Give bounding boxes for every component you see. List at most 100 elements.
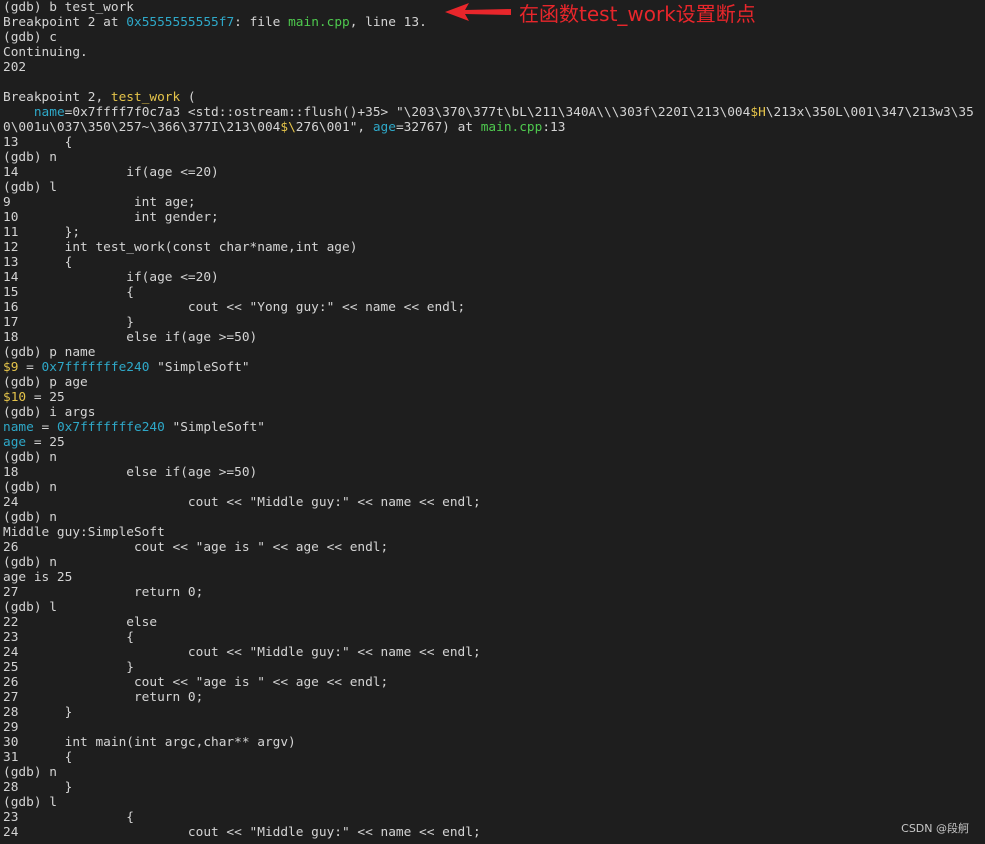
terminal-line: 12 int test_work(const char*name,int age… [3, 240, 985, 255]
terminal-text-segment: main.cpp [480, 120, 543, 135]
terminal-text-segment: 276\001", [295, 120, 373, 135]
terminal-text-segment: =32767) at [395, 120, 481, 135]
terminal-line: 24 cout << "Middle guy:" << name << endl… [3, 495, 985, 510]
terminal-text-segment: "SimpleSoft" [149, 360, 250, 375]
terminal-line: 25 } [3, 660, 985, 675]
terminal-line: (gdb) n [3, 555, 985, 570]
terminal-text-segment: 0x7fffffffe240 [41, 360, 150, 375]
terminal-text-segment: 23 { [3, 810, 134, 825]
terminal-text-segment: 0x7fffffffe240 [56, 420, 165, 435]
terminal-text-segment: Continuing. [3, 45, 88, 60]
terminal-text-segment: 202 [3, 60, 27, 75]
terminal-text-segment: 26 cout << "age is " << age << endl; [3, 675, 389, 690]
terminal-text-segment: (gdb) n [3, 150, 57, 165]
terminal-text-segment: 14 if(age <=20) [3, 165, 219, 180]
terminal-text-segment: = 25 [26, 435, 65, 450]
terminal-text-segment: 30 int main(int argc,char** argv) [3, 735, 296, 750]
terminal-text-segment: (gdb) l [3, 600, 57, 615]
terminal-text-segment: 17 } [3, 315, 134, 330]
terminal-text-segment: 23 { [3, 630, 134, 645]
terminal-output[interactable]: (gdb) b test_work Breakpoint 2 at 0x55555… [3, 0, 985, 840]
terminal-text-segment: 18 else if(age >=50) [3, 465, 258, 480]
terminal-text-segment: 26 cout << "age is " << age << endl; [3, 540, 389, 555]
terminal-line: 14 if(age <=20) [3, 165, 985, 180]
terminal-line: name=0x7ffff7f0c7a3 <std::ostream::flush… [3, 105, 981, 135]
terminal-text-segment: 14 if(age <=20) [3, 270, 219, 285]
terminal-line: Continuing. [3, 45, 985, 60]
terminal-text-segment: (gdb) l [3, 180, 57, 195]
terminal-text-segment: 27 return 0; [3, 585, 204, 600]
terminal-line: $9 = 0x7fffffffe240 "SimpleSoft" [3, 360, 985, 375]
terminal-line: 24 cout << "Middle guy:" << name << endl… [3, 645, 985, 660]
terminal-text-segment: Middle guy:SimpleSoft [3, 525, 165, 540]
terminal-text-segment: 22 else [3, 615, 158, 630]
terminal-line: 23 { [3, 630, 985, 645]
terminal-text-segment: = [18, 360, 42, 375]
annotation-text: 在函数test_work设置断点 [519, 2, 756, 26]
terminal-text-segment: Breakpoint 2 at [3, 15, 127, 30]
terminal-line: 28 } [3, 780, 985, 795]
terminal-line: (gdb) n [3, 765, 985, 780]
terminal-line: 16 cout << "Yong guy:" << name << endl; [3, 300, 985, 315]
terminal-text-segment: (gdb) n [3, 765, 57, 780]
terminal-text-segment: (gdb) l [3, 795, 57, 810]
terminal-line: (gdb) p name [3, 345, 985, 360]
terminal-line: Middle guy:SimpleSoft [3, 525, 985, 540]
watermark: CSDN @段舸 [901, 822, 969, 835]
terminal-line: 18 else if(age >=50) [3, 465, 985, 480]
terminal-line: 13 { [3, 135, 985, 150]
terminal-text-segment: $9 [3, 360, 19, 375]
terminal-text-segment: 24 cout << "Middle guy:" << name << endl… [3, 825, 481, 840]
terminal-text-segment: = [33, 420, 57, 435]
terminal-line: 30 int main(int argc,char** argv) [3, 735, 985, 750]
terminal-line: (gdb) l [3, 180, 985, 195]
terminal-text-segment: 29 [3, 720, 19, 735]
terminal-text-segment: Breakpoint 2, [3, 90, 111, 105]
terminal-text-segment: , line 13. [349, 15, 427, 30]
terminal-text-segment: test_work [110, 90, 181, 105]
terminal-text-segment: $H [750, 105, 766, 120]
terminal-text-segment: 31 { [3, 750, 73, 765]
terminal-text-segment: : file [234, 15, 289, 30]
terminal-line: 11 }; [3, 225, 985, 240]
terminal-text-segment: name [33, 105, 65, 120]
terminal-text-segment: 28 } [3, 705, 73, 720]
terminal-text-segment: 0x5555555555f7 [126, 15, 235, 30]
terminal-line: $10 = 25 [3, 390, 985, 405]
terminal-text-segment: (gdb) p name [3, 345, 96, 360]
terminal-line: (gdb) i args [3, 405, 985, 420]
terminal-text-segment: :13 [542, 120, 566, 135]
terminal-line: 24 cout << "Middle guy:" << name << endl… [3, 825, 985, 840]
terminal-text-segment: 24 cout << "Middle guy:" << name << endl… [3, 495, 481, 510]
terminal-text-segment: 27 return 0; [3, 690, 204, 705]
terminal-line: 18 else if(age >=50) [3, 330, 985, 345]
terminal-text-segment: 16 cout << "Yong guy:" << name << endl; [3, 300, 466, 315]
terminal-line: (gdb) n [3, 480, 985, 495]
terminal-text-segment: "SimpleSoft" [164, 420, 265, 435]
terminal-text-segment: 13 { [3, 135, 73, 150]
terminal-line: 31 { [3, 750, 985, 765]
terminal-line: (gdb) n [3, 510, 985, 525]
terminal-text-segment: ( [180, 90, 196, 105]
terminal-text-segment: $\ [280, 120, 296, 135]
terminal-text-segment: 9 int age; [3, 195, 196, 210]
terminal-line: 14 if(age <=20) [3, 270, 985, 285]
terminal-text-segment: age [3, 435, 27, 450]
terminal-line: Breakpoint 2, test_work ( [3, 90, 985, 105]
terminal-text-segment: age [372, 120, 396, 135]
terminal-line: 22 else [3, 615, 985, 630]
terminal-line: 26 cout << "age is " << age << endl; [3, 540, 985, 555]
terminal-text-segment: = 25 [26, 390, 65, 405]
terminal-text-segment: 11 }; [3, 225, 81, 240]
terminal-line: 26 cout << "age is " << age << endl; [3, 675, 985, 690]
terminal-line: 13 { [3, 255, 985, 270]
terminal-text-segment: (gdb) n [3, 555, 57, 570]
terminal-text-segment: (gdb) i args [3, 405, 96, 420]
terminal-text-segment: 25 } [3, 660, 134, 675]
terminal-text-segment: main.cpp [288, 15, 350, 30]
terminal-text-segment: 28 } [3, 780, 73, 795]
terminal-text-segment: =0x7ffff7f0c7a3 <std::ostream::flush()+3… [64, 105, 751, 120]
terminal-text-segment: (gdb) n [3, 450, 57, 465]
